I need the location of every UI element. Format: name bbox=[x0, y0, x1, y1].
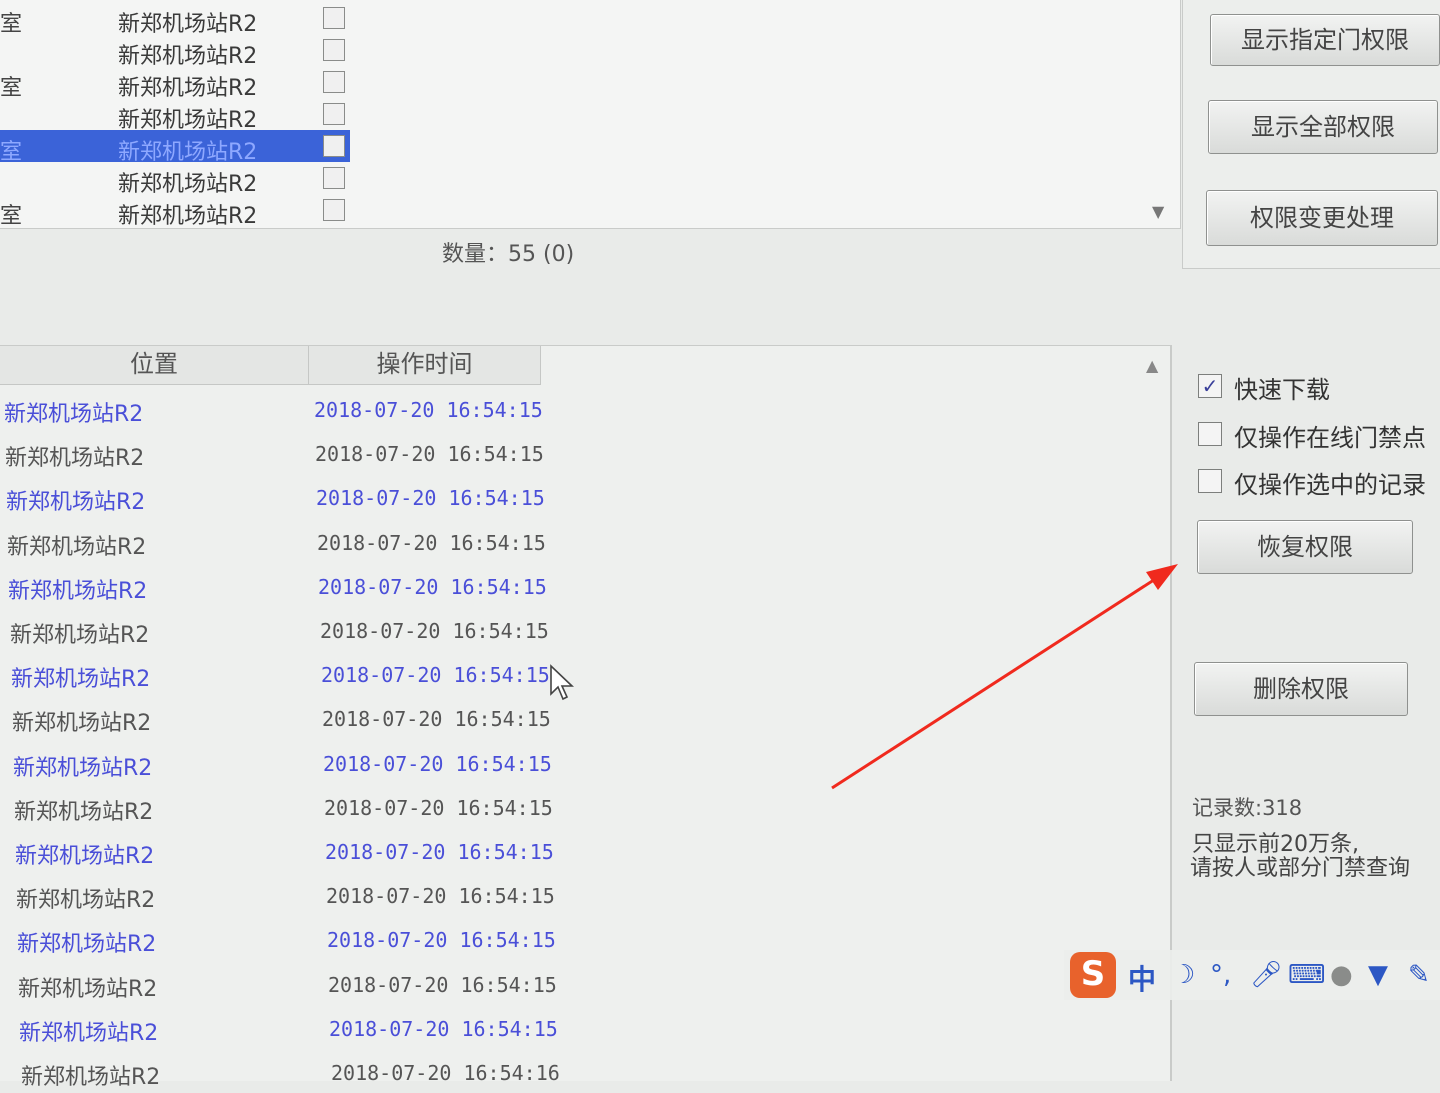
cell-location: 新郑机场站R2 bbox=[18, 976, 158, 1002]
cell-op-time: 2018-07-20 16:54:15 bbox=[327, 928, 556, 953]
row-location-name: 新郑机场站R2 bbox=[118, 204, 258, 229]
cell-op-time: 2018-07-20 16:54:15 bbox=[316, 486, 545, 511]
cell-location: 新郑机场站R2 bbox=[8, 578, 148, 604]
cell-op-time: 2018-07-20 16:54:15 bbox=[329, 1016, 558, 1041]
record-count: 记录数:318 bbox=[1192, 796, 1303, 820]
moon-icon[interactable]: ☽ bbox=[1172, 960, 1195, 990]
table-row[interactable]: 新郑机场站R2 2018-07-20 16:54:15 bbox=[14, 965, 574, 1005]
cell-op-time: 2018-07-20 16:54:15 bbox=[326, 884, 555, 909]
selected-only-label: 仅操作选中的记录 bbox=[1234, 471, 1426, 499]
table-row[interactable]: 新郑机场站R2 2018-07-20 16:54:15 bbox=[4, 567, 564, 607]
table-row[interactable]: 新郑机场站R2 2018-07-20 16:54:15 bbox=[9, 744, 569, 784]
ime-logo-icon[interactable]: S bbox=[1070, 952, 1116, 998]
count-label: 数量：55 (0) bbox=[442, 242, 575, 267]
shirt-icon[interactable]: ▼ bbox=[1368, 960, 1388, 990]
cell-location: 新郑机场站R2 bbox=[12, 711, 152, 737]
delete-permissions-button[interactable]: 删除权限 bbox=[1194, 662, 1408, 716]
door-list-row[interactable]: 新郑机场站R2 bbox=[0, 162, 1170, 197]
door-list-panel: 室新郑机场站R2 新郑机场站R2 室新郑机场站R2 新郑机场站R2 室新郑机场站R2 新郑… bbox=[0, 0, 1181, 229]
restore-permissions-button[interactable]: 恢复权限 bbox=[1197, 520, 1413, 574]
row-checkbox[interactable] bbox=[323, 7, 345, 29]
door-list-row[interactable]: 新郑机场站R2 bbox=[0, 34, 1170, 69]
table-row[interactable]: 新郑机场站R2 2018-07-20 16:54:15 bbox=[8, 699, 568, 739]
punctuation-icon[interactable]: °, bbox=[1210, 960, 1231, 990]
row-checkbox[interactable] bbox=[323, 39, 345, 61]
cell-op-time: 2018-07-20 16:54:15 bbox=[320, 619, 549, 643]
permission-change-button[interactable]: 权限变更处理 bbox=[1206, 190, 1438, 246]
cell-location: 新郑机场站R2 bbox=[7, 534, 147, 560]
selected-only-checkbox[interactable] bbox=[1198, 469, 1222, 493]
cell-location: 新郑机场站R2 bbox=[14, 799, 154, 825]
row-checkbox[interactable] bbox=[323, 71, 345, 93]
cell-op-time: 2018-07-20 16:54:15 bbox=[318, 574, 547, 599]
row-prefix-text: 室 bbox=[0, 204, 23, 229]
notice-text-line2: 请按人或部分门禁查询 bbox=[1190, 856, 1411, 881]
table-row[interactable]: 新郑机场站R2 2018-07-20 16:54:15 bbox=[15, 1009, 575, 1049]
door-list-row[interactable]: 室新郑机场站R2 bbox=[0, 130, 1170, 165]
row-checkbox[interactable] bbox=[323, 199, 345, 221]
cell-location: 新郑机场站R2 bbox=[4, 402, 144, 427]
row-checkbox[interactable] bbox=[323, 103, 345, 125]
cell-location: 新郑机场站R2 bbox=[21, 1065, 161, 1090]
cell-location: 新郑机场站R2 bbox=[19, 1020, 159, 1046]
permission-record-table: 位置 操作时间 ▲ 新郑机场站R2 2018-07-20 16:54:15 新郑机场… bbox=[0, 345, 1172, 1090]
column-header-location[interactable]: 位置 bbox=[0, 346, 309, 384]
table-row[interactable]: 新郑机场站R2 2018-07-20 16:54:16 bbox=[17, 1053, 577, 1093]
cell-location: 新郑机场站R2 bbox=[6, 490, 146, 516]
show-all-permissions-button[interactable]: 显示全部权限 bbox=[1208, 100, 1438, 154]
cell-location: 新郑机场站R2 bbox=[17, 932, 157, 958]
table-row[interactable]: 新郑机场站R2 2018-07-20 16:54:15 bbox=[3, 523, 563, 563]
door-list-row[interactable]: 室 新郑机场站R2 bbox=[0, 194, 1170, 229]
row-checkbox[interactable] bbox=[323, 135, 345, 157]
table-row[interactable]: 新郑机场站R2 2018-07-20 16:54:15 bbox=[1, 434, 561, 474]
ime-toolbar: S 中 ☽ °, 🎤︎ ⌨ ● ▼ ✎ bbox=[1064, 950, 1440, 1000]
cell-op-time: 2018-07-20 16:54:15 bbox=[324, 795, 553, 820]
cell-op-time: 2018-07-20 16:54:16 bbox=[331, 1061, 560, 1085]
table-row[interactable]: 新郑机场站R2 2018-07-20 16:54:15 bbox=[7, 655, 567, 695]
row-checkbox[interactable] bbox=[323, 167, 345, 189]
table-row[interactable]: 新郑机场站R2 2018-07-20 16:54:15 bbox=[2, 478, 562, 518]
wrench-icon[interactable]: ✎ bbox=[1408, 960, 1430, 990]
online-only-label: 仅操作在线门禁点 bbox=[1234, 424, 1426, 452]
cell-location: 新郑机场站R2 bbox=[13, 755, 153, 781]
microphone-icon[interactable]: 🎤︎ bbox=[1250, 960, 1283, 990]
door-list-row[interactable]: 新郑机场站R2 bbox=[0, 98, 1170, 133]
cell-op-time: 2018-07-20 16:54:15 bbox=[325, 840, 554, 864]
cell-location: 新郑机场站R2 bbox=[10, 623, 150, 648]
show-door-permissions-button[interactable]: 显示指定门权限 bbox=[1210, 14, 1440, 66]
cell-op-time: 2018-07-20 16:54:15 bbox=[315, 442, 544, 467]
cell-op-time: 2018-07-20 16:54:15 bbox=[314, 398, 543, 422]
cell-location: 新郑机场站R2 bbox=[11, 667, 151, 693]
cell-op-time: 2018-07-20 16:54:15 bbox=[322, 707, 551, 732]
user-icon[interactable]: ● bbox=[1330, 960, 1353, 990]
table-row[interactable]: 新郑机场站R2 2018-07-20 16:54:15 bbox=[13, 920, 573, 960]
table-header: 位置 操作时间 bbox=[0, 346, 541, 385]
table-row[interactable]: 新郑机场站R2 2018-07-20 16:54:15 bbox=[0, 390, 560, 430]
column-header-op-time[interactable]: 操作时间 bbox=[309, 346, 540, 384]
table-row[interactable]: 新郑机场站R2 2018-07-20 16:54:15 bbox=[12, 876, 572, 916]
fast-download-checkbox[interactable]: ✓ bbox=[1198, 374, 1222, 398]
door-list-row[interactable]: 室新郑机场站R2 bbox=[0, 2, 1170, 37]
keyboard-icon[interactable]: ⌨ bbox=[1288, 960, 1326, 990]
cell-location: 新郑机场站R2 bbox=[15, 844, 155, 869]
table-row[interactable]: 新郑机场站R2 2018-07-20 16:54:15 bbox=[6, 611, 566, 651]
online-only-checkbox[interactable] bbox=[1198, 422, 1222, 446]
cell-location: 新郑机场站R2 bbox=[16, 888, 156, 914]
cell-op-time: 2018-07-20 16:54:15 bbox=[317, 530, 546, 555]
cell-op-time: 2018-07-20 16:54:15 bbox=[323, 751, 552, 776]
cell-op-time: 2018-07-20 16:54:15 bbox=[328, 972, 557, 997]
table-row[interactable]: 新郑机场站R2 2018-07-20 16:54:15 bbox=[11, 832, 571, 872]
ime-language-toggle[interactable]: 中 bbox=[1128, 958, 1156, 998]
scroll-down-arrow-icon[interactable]: ▼ bbox=[1152, 202, 1164, 221]
mouse-pointer-icon bbox=[550, 664, 574, 701]
door-list-row[interactable]: 室新郑机场站R2 bbox=[0, 66, 1170, 101]
cell-op-time: 2018-07-20 16:54:15 bbox=[321, 663, 550, 688]
fast-download-label: 快速下载 bbox=[1234, 376, 1330, 404]
scroll-up-arrow-icon[interactable]: ▲ bbox=[1146, 356, 1158, 375]
cell-location: 新郑机场站R2 bbox=[5, 446, 145, 472]
table-row[interactable]: 新郑机场站R2 2018-07-20 16:54:15 bbox=[10, 788, 570, 828]
